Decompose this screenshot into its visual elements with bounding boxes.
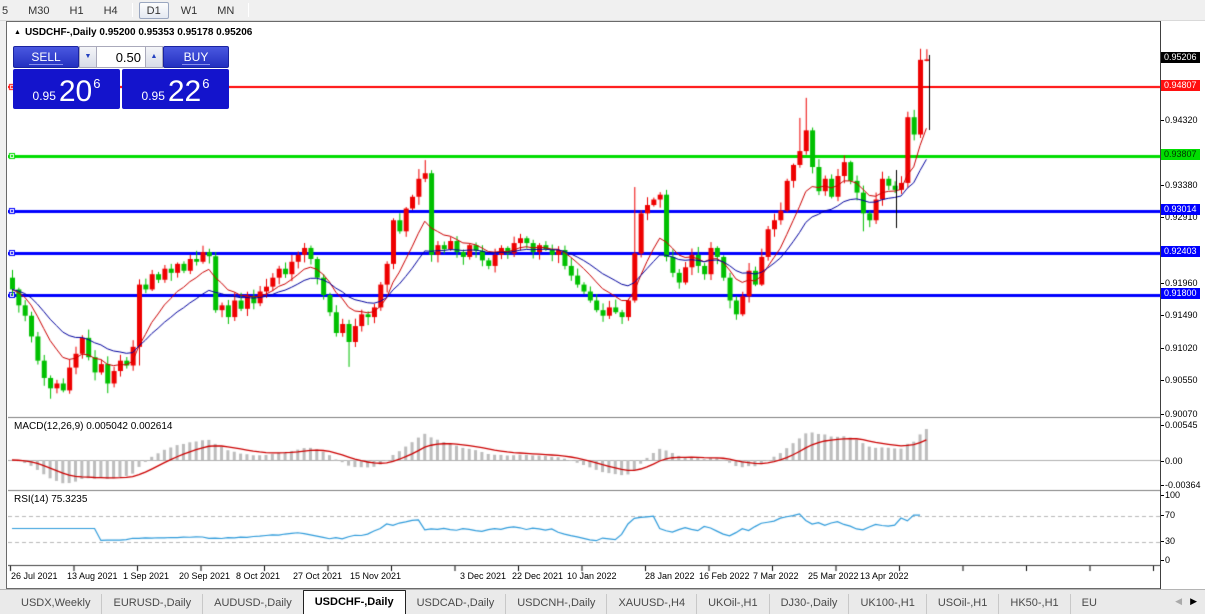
macd-indicator-label: MACD(12,26,9) 0.005042 0.002614 (14, 421, 173, 432)
chart-tab-usdcaddaily[interactable]: USDCAD-,Daily (406, 594, 506, 614)
chart-tab-eurusddaily[interactable]: EURUSD-,Daily (101, 594, 202, 614)
price-level-badge: 0.93807 (1161, 149, 1200, 161)
buy-price-panel[interactable]: 0.95 22 6 (122, 69, 229, 109)
toolbar-divider (131, 3, 133, 17)
date-axis-label: 15 Nov 2021 (350, 571, 402, 581)
price-level-badge: 0.92403 (1161, 246, 1200, 258)
timeframe-toolbar: 5 M30 H1 H4 D1 W1 MN (0, 0, 1205, 21)
chart-tabs: USDX,Weekly EURUSD-,Daily AUDUSD-,Daily USD… (0, 589, 1167, 614)
macd-axis-tick: 0.00 (1161, 456, 1183, 466)
rsi-axis-tick: 0 (1161, 555, 1170, 565)
date-axis-label: 25 Mar 2022 (808, 571, 859, 581)
volume-input[interactable] (97, 46, 145, 68)
date-axis-label: 13 Apr 2022 (860, 571, 909, 581)
date-axis-label: 22 Dec 2021 (512, 571, 564, 581)
rsi-axis-tick: 100 (1161, 490, 1180, 500)
chart-ohlc-values: 0.95200 0.95353 0.95178 0.95206 (99, 27, 253, 38)
tab-scroll-controls: ◀ ▶ (1167, 589, 1205, 614)
bid-price-big: 20 (58, 75, 93, 108)
buy-button[interactable]: BUY (163, 46, 229, 68)
tabs-scroll-right-icon[interactable]: ▶ (1186, 596, 1201, 607)
volume-increase-button[interactable]: ▲ (145, 46, 163, 68)
date-axis-label: 3 Dec 2021 (460, 571, 507, 581)
timeframe-button-d1[interactable]: D1 (138, 1, 169, 19)
ask-price-pipette: 6 (202, 76, 210, 91)
price-axis-tick: 0.91960 (1161, 278, 1198, 288)
tabs-scroll-left-icon[interactable]: ◀ (1171, 596, 1186, 607)
price-level-badge: 0.91800 (1161, 287, 1200, 299)
price-axis-tick: 0.91490 (1161, 310, 1198, 320)
date-axis-label: 8 Oct 2021 (236, 571, 281, 581)
terminal-window: 5 M30 H1 H4 D1 W1 MN ▲ USDCHF-,Daily 0.95200 0.… (0, 0, 1205, 614)
date-axis-label: 26 Jul 2021 (11, 571, 58, 581)
date-axis-label: 27 Oct 2021 (293, 571, 343, 581)
price-level-badge: 0.94807 (1161, 80, 1200, 91)
chart-tab-usdcnhdaily[interactable]: USDCNH-,Daily (505, 594, 606, 614)
date-axis-label: 16 Feb 2022 (699, 571, 750, 581)
chart-tab-uk100h1[interactable]: UK100-,H1 (848, 594, 925, 614)
chart-tab-xauusdh4[interactable]: XAUUSD-,H4 (606, 594, 696, 614)
chart-tab-bar: USDX,Weekly EURUSD-,Daily AUDUSD-,Daily USD… (0, 589, 1205, 614)
ask-price-big: 22 (167, 75, 202, 108)
toolbar-divider (248, 3, 250, 17)
price-level-badge: 0.93014 (1161, 204, 1200, 215)
timeframe-button-5[interactable]: 5 (0, 2, 16, 19)
timeframe-button-h1[interactable]: H1 (62, 2, 92, 19)
spin-down-icon: ▼ (84, 53, 92, 60)
chart-tab-eu[interactable]: EU (1069, 594, 1108, 614)
chart-tab-hk50h1[interactable]: HK50-,H1 (998, 594, 1069, 614)
date-axis-label: 20 Sep 2021 (179, 571, 231, 581)
chart-tab-ukoilh1[interactable]: UKOil-,H1 (696, 594, 769, 614)
price-axis-tick: 0.90550 (1161, 375, 1198, 385)
date-axis-label: 13 Aug 2021 (67, 571, 118, 581)
ask-price-prefix: 0.95 (141, 89, 165, 103)
date-axis-label: 1 Sep 2021 (123, 571, 170, 581)
chart-tab-usdchfdaily[interactable]: USDCHF-,Daily (302, 590, 406, 614)
bid-price-prefix: 0.95 (32, 89, 56, 103)
chart-window: ▲ USDCHF-,Daily 0.95200 0.95353 0.95178 0… (6, 21, 1205, 589)
timeframe-button-m30[interactable]: M30 (20, 2, 57, 19)
chart-tab-usdxweekly[interactable]: USDX,Weekly (10, 594, 101, 614)
chart-tab-dj30daily[interactable]: DJ30-,Daily (768, 594, 849, 614)
bid-price-pipette: 6 (93, 76, 101, 91)
macd-axis-tick: -0.00364 (1161, 480, 1201, 490)
date-axis-label: 28 Jan 2022 (645, 571, 695, 581)
price-level-badge: 0.95206 (1161, 52, 1200, 64)
chart-tab-usoilh1[interactable]: USOil-,H1 (925, 594, 999, 614)
spin-up-icon: ▲ (150, 53, 158, 60)
macd-axis-tick: 0.00545 (1161, 420, 1198, 430)
timeframe-button-h4[interactable]: H4 (96, 2, 126, 19)
rsi-indicator-label: RSI(14) 75.3235 (14, 494, 88, 505)
timeframe-button-mn[interactable]: MN (209, 2, 242, 19)
chart-symbol-label: USDCHF-,Daily (24, 27, 97, 38)
price-axis-tick: 0.94320 (1161, 115, 1198, 125)
rsi-axis-tick: 70 (1161, 510, 1175, 520)
chart-title: ▲ USDCHF-,Daily 0.95200 0.95353 0.95178 0… (14, 27, 252, 38)
one-click-trading-widget: SELL ▼ ▲ BUY 0.95 20 6 0.95 22 6 (13, 46, 229, 109)
price-axis-tick: 0.90070 (1161, 409, 1198, 419)
price-axis-tick: 0.93380 (1161, 180, 1198, 190)
chart-tab-audusddaily[interactable]: AUDUSD-,Daily (202, 594, 303, 614)
timeframe-button-w1[interactable]: W1 (173, 2, 206, 19)
date-axis-label: 10 Jan 2022 (567, 571, 617, 581)
symbol-marker-icon: ▲ (14, 29, 21, 36)
volume-decrease-button[interactable]: ▼ (79, 46, 97, 68)
price-axis: 0.94320 0.93380 0.92910 0.91960 0.91490 0.910… (1160, 21, 1205, 589)
rsi-axis-tick: 30 (1161, 536, 1175, 546)
sell-button[interactable]: SELL (13, 46, 79, 68)
date-axis-label: 7 Mar 2022 (753, 571, 799, 581)
price-axis-tick: 0.91020 (1161, 343, 1198, 353)
sell-price-panel[interactable]: 0.95 20 6 (13, 69, 120, 109)
